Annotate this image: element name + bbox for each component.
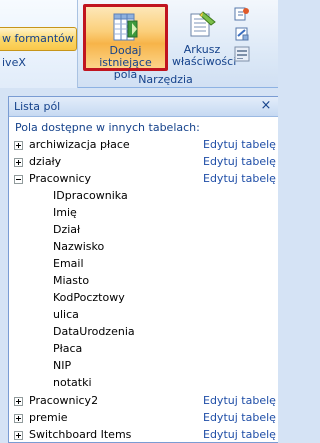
controls-group: w formantów iveX: [0, 0, 78, 88]
close-icon[interactable]: ×: [259, 98, 273, 114]
table-row[interactable]: działy Edytuj tabelę: [9, 155, 278, 172]
field-name[interactable]: Email: [53, 257, 84, 270]
add-existing-fields-button[interactable]: Dodaj istniejące pola: [83, 4, 168, 81]
field-item[interactable]: IDpracownika: [9, 189, 278, 206]
expand-icon[interactable]: [14, 431, 23, 440]
collapse-icon[interactable]: [14, 175, 23, 184]
table-name[interactable]: Pracownicy: [29, 172, 91, 185]
edit-table-link[interactable]: Edytuj tabelę: [203, 138, 276, 151]
table-row[interactable]: archiwizacja płace Edytuj tabelę: [9, 138, 278, 155]
tab-order-icon[interactable]: [234, 6, 250, 22]
ribbon: w formantów iveX Dodaj istniejące pola A…: [0, 0, 278, 88]
small-tools: [234, 6, 250, 66]
field-item[interactable]: Dział: [9, 223, 278, 240]
edit-table-link[interactable]: Edytuj tabelę: [203, 428, 276, 441]
field-item[interactable]: Nazwisko: [9, 240, 278, 257]
expand-icon[interactable]: [14, 414, 23, 423]
tools-group-label: Narzędzia: [138, 73, 193, 86]
table-name[interactable]: Switchboard Items: [29, 428, 131, 441]
field-name[interactable]: Nazwisko: [53, 240, 104, 253]
control-wizards-button[interactable]: w formantów: [0, 27, 77, 51]
activex-controls-button[interactable]: iveX: [2, 56, 26, 69]
edit-table-link[interactable]: Edytuj tabelę: [203, 172, 276, 185]
section-label: Pola dostępne w innych tabelach:: [15, 121, 200, 134]
field-item[interactable]: KodPocztowy: [9, 291, 278, 308]
field-name[interactable]: DataUrodzenia: [53, 325, 135, 338]
edit-table-link[interactable]: Edytuj tabelę: [203, 411, 276, 424]
field-name[interactable]: IDpracownika: [53, 189, 128, 202]
table-name[interactable]: działy: [29, 155, 61, 168]
panel-title: Lista pól: [14, 100, 61, 113]
edit-table-link[interactable]: Edytuj tabelę: [203, 155, 276, 168]
table-row[interactable]: premie Edytuj tabelę: [9, 411, 278, 428]
convert-macros-icon[interactable]: [234, 46, 250, 62]
table-row[interactable]: Pracownicy Edytuj tabelę: [9, 172, 278, 189]
property-sheet-icon: [190, 11, 216, 37]
field-name[interactable]: ulica: [53, 308, 79, 321]
field-name[interactable]: Dział: [53, 223, 80, 236]
property-sheet-label: Arkusz właściwości: [172, 43, 237, 68]
field-name[interactable]: KodPocztowy: [53, 291, 125, 304]
field-item[interactable]: Płaca: [9, 342, 278, 359]
table-name[interactable]: Pracownicy2: [29, 394, 98, 407]
table-row[interactable]: Pracownicy2 Edytuj tabelę: [9, 394, 278, 411]
table-name[interactable]: archiwizacja płace: [29, 138, 130, 151]
add-fields-icon: [113, 13, 138, 41]
field-list-panel: Lista pól × Pola dostępne w innych tabel…: [8, 96, 278, 443]
field-name[interactable]: Płaca: [53, 342, 82, 355]
edit-table-link[interactable]: Edytuj tabelę: [203, 394, 276, 407]
field-name[interactable]: NIP: [53, 359, 71, 372]
field-name[interactable]: Miasto: [53, 274, 89, 287]
field-name[interactable]: Imię: [53, 206, 77, 219]
subform-icon[interactable]: [234, 26, 250, 42]
field-item[interactable]: ulica: [9, 308, 278, 325]
expand-icon[interactable]: [14, 397, 23, 406]
panel-header: Lista pól ×: [9, 97, 278, 117]
field-item[interactable]: Imię: [9, 206, 278, 223]
field-item[interactable]: Email: [9, 257, 278, 274]
field-name[interactable]: notatki: [53, 376, 92, 389]
field-item[interactable]: NIP: [9, 359, 278, 376]
table-tree: archiwizacja płace Edytuj tabelę działy …: [9, 137, 278, 441]
expand-icon[interactable]: [14, 158, 23, 167]
expand-icon[interactable]: [14, 141, 23, 150]
field-item[interactable]: DataUrodzenia: [9, 325, 278, 342]
table-row[interactable]: Switchboard Items Edytuj tabelę: [9, 428, 278, 443]
property-sheet-button[interactable]: Arkusz właściwości: [172, 4, 237, 71]
table-name[interactable]: premie: [29, 411, 68, 424]
field-item[interactable]: Miasto: [9, 274, 278, 291]
field-item[interactable]: notatki: [9, 376, 278, 393]
